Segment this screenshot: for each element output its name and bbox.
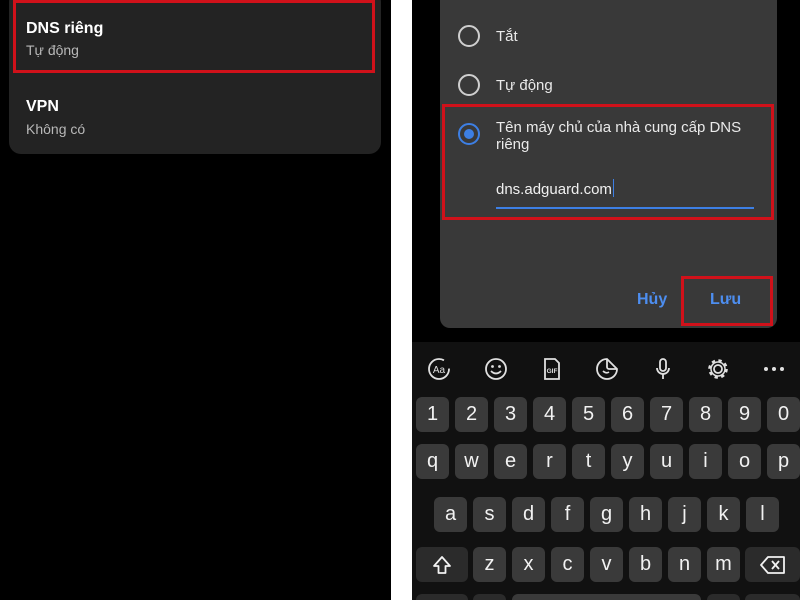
key-3[interactable]: 3: [494, 397, 527, 432]
key-e[interactable]: e: [494, 444, 527, 479]
key-b[interactable]: b: [629, 547, 662, 582]
cancel-button[interactable]: Hủy: [637, 291, 667, 309]
key-2[interactable]: 2: [455, 397, 488, 432]
key-f[interactable]: f: [551, 497, 584, 532]
key-l[interactable]: l: [746, 497, 779, 532]
on-screen-keyboard: Aa GIF 1 2 3 4 5 6 7 8 9 0 q w e r t y u…: [412, 342, 800, 600]
option-automatic-label[interactable]: Tự động: [496, 77, 553, 94]
radio-automatic[interactable]: [458, 74, 480, 96]
svg-text:Aa: Aa: [433, 365, 446, 376]
key-c[interactable]: c: [551, 547, 584, 582]
gear-icon[interactable]: [705, 356, 731, 382]
text-style-icon[interactable]: Aa: [426, 356, 452, 382]
period-key[interactable]: [707, 594, 740, 600]
radio-off[interactable]: [458, 25, 480, 47]
vpn-title: VPN: [26, 98, 59, 115]
key-u[interactable]: u: [650, 444, 683, 479]
shift-key[interactable]: [416, 547, 468, 582]
panel-divider: [391, 0, 412, 600]
sticker-icon[interactable]: [594, 356, 620, 382]
save-highlight-box: [681, 276, 773, 326]
key-s[interactable]: s: [473, 497, 506, 532]
enter-key[interactable]: [745, 594, 800, 600]
key-7[interactable]: 7: [650, 397, 683, 432]
emoji-icon[interactable]: [483, 356, 509, 382]
key-5[interactable]: 5: [572, 397, 605, 432]
space-key[interactable]: [512, 594, 701, 600]
provider-hostname-highlight-box: [442, 104, 774, 220]
key-j[interactable]: j: [668, 497, 701, 532]
key-0[interactable]: 0: [767, 397, 800, 432]
key-d[interactable]: d: [512, 497, 545, 532]
vpn-value: Không có: [26, 121, 86, 137]
key-p[interactable]: p: [767, 444, 800, 479]
vpn-row[interactable]: VPN Không có: [9, 78, 381, 150]
svg-text:GIF: GIF: [547, 368, 558, 375]
key-q[interactable]: q: [416, 444, 449, 479]
key-9[interactable]: 9: [728, 397, 761, 432]
symbols-key[interactable]: [416, 594, 468, 600]
backspace-key[interactable]: [745, 547, 800, 582]
private-dns-highlight-box: [13, 0, 375, 73]
key-t[interactable]: t: [572, 444, 605, 479]
key-w[interactable]: w: [455, 444, 488, 479]
key-i[interactable]: i: [689, 444, 722, 479]
key-k[interactable]: k: [707, 497, 740, 532]
more-icon[interactable]: [761, 356, 787, 382]
shift-icon: [433, 555, 451, 574]
key-x[interactable]: x: [512, 547, 545, 582]
key-1[interactable]: 1: [416, 397, 449, 432]
key-a[interactable]: a: [434, 497, 467, 532]
key-n[interactable]: n: [668, 547, 701, 582]
option-off-label[interactable]: Tắt: [496, 28, 518, 45]
key-6[interactable]: 6: [611, 397, 644, 432]
gif-icon[interactable]: GIF: [539, 356, 565, 382]
key-y[interactable]: y: [611, 444, 644, 479]
left-settings-screen: DNS riêng Tự động VPN Không có: [0, 0, 391, 600]
key-g[interactable]: g: [590, 497, 623, 532]
key-h[interactable]: h: [629, 497, 662, 532]
key-o[interactable]: o: [728, 444, 761, 479]
key-r[interactable]: r: [533, 444, 566, 479]
key-m[interactable]: m: [707, 547, 740, 582]
key-v[interactable]: v: [590, 547, 623, 582]
microphone-icon[interactable]: [650, 356, 676, 382]
private-dns-dialog: Tắt Tự động Tên máy chủ của nhà cung cấp…: [440, 0, 777, 328]
key-z[interactable]: z: [473, 547, 506, 582]
backspace-icon: [759, 555, 785, 574]
right-dialog-screen: Tắt Tự động Tên máy chủ của nhà cung cấp…: [412, 0, 800, 600]
comma-key[interactable]: [473, 594, 506, 600]
key-8[interactable]: 8: [689, 397, 722, 432]
key-4[interactable]: 4: [533, 397, 566, 432]
